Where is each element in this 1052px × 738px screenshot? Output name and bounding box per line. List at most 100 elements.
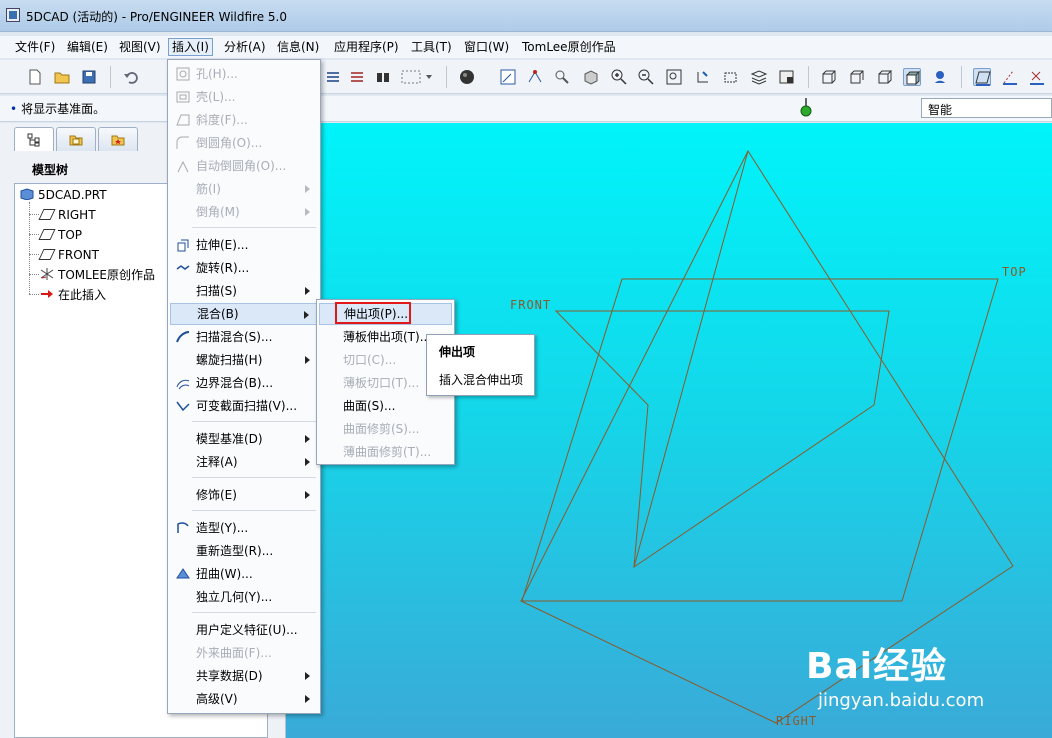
favorites-icon (111, 135, 125, 146)
selection-filter[interactable]: 智能 (921, 98, 1052, 118)
datum-point-icon[interactable] (526, 68, 544, 86)
view-manager-icon[interactable] (778, 68, 796, 86)
shading-sphere-icon[interactable] (458, 68, 476, 86)
appearance-icon[interactable] (931, 68, 949, 86)
datum-plane-front[interactable] (554, 310, 890, 569)
warp-icon (175, 566, 191, 582)
menu-item-foreign-surface[interactable]: 外来曲面(F)... (170, 642, 318, 664)
submenu-arrow-icon (305, 672, 310, 680)
round-icon (175, 135, 191, 151)
save-icon[interactable] (80, 68, 98, 86)
menu-item-independent-geometry[interactable]: 独立几何(Y)... (170, 586, 318, 608)
menu-item-warp[interactable]: 扭曲(W)... (170, 563, 318, 585)
tree-item-csys[interactable]: TOMLEE原创作品 (39, 265, 155, 285)
menu-item-thin-surface-trim[interactable]: 薄曲面修剪(T)... (319, 441, 452, 463)
datum-axis-display-icon[interactable] (1001, 68, 1019, 86)
menu-item-chamfer[interactable]: 倒角(M) (170, 201, 318, 223)
menu-item-swept-blend[interactable]: 扫描混合(S)... (170, 326, 318, 348)
menu-tools[interactable]: 工具(T) (408, 38, 455, 56)
menu-item-blend[interactable]: 混合(B) (170, 303, 318, 325)
menu-item-round[interactable]: 倒圆角(O)... (170, 132, 318, 154)
sketch-icon[interactable] (499, 68, 517, 86)
select-box-icon[interactable] (400, 68, 434, 86)
menu-item-hole[interactable]: 孔(H)... (170, 63, 318, 85)
menu-tomlee[interactable]: TomLee原创作品 (519, 38, 619, 56)
menu-item-advanced[interactable]: 高级(V) (170, 688, 318, 710)
menu-item-model-datum[interactable]: 模型基准(D) (170, 428, 318, 450)
tree-item-part[interactable]: 5DCAD.PRT (19, 185, 107, 205)
zoom-in-icon[interactable] (610, 68, 628, 86)
tab-folder-browser[interactable] (56, 127, 96, 151)
zoom-out-icon[interactable] (637, 68, 655, 86)
tab-model-tree[interactable] (14, 127, 54, 151)
menu-item-draft[interactable]: 斜度(F)... (170, 109, 318, 131)
submenu-arrow-icon (305, 435, 310, 443)
submenu-arrow-icon (305, 491, 310, 499)
saved-views-icon[interactable] (722, 68, 740, 86)
menu-item-surface[interactable]: 曲面(S)... (319, 395, 452, 417)
shading-icon[interactable] (903, 68, 921, 86)
menu-item-revolve[interactable]: 旋转(R)... (170, 257, 318, 279)
window-title: 5DCAD (活动的) - Pro/ENGINEER Wildfire 5.0 (26, 10, 288, 24)
new-file-icon[interactable] (26, 68, 44, 86)
tooltip-title: 伸出项 (439, 345, 476, 359)
menu-item-restyle[interactable]: 重新造型(R)... (170, 540, 318, 562)
menu-item-udf[interactable]: 用户定义特征(U)... (170, 619, 318, 641)
menu-item-helical-sweep[interactable]: 螺旋扫描(H) (170, 349, 318, 371)
submenu-arrow-icon (305, 356, 310, 364)
menu-applications[interactable]: 应用程序(P) (331, 38, 402, 56)
menu-analysis[interactable]: 分析(A) (221, 38, 269, 56)
menu-item-auto-round[interactable]: 自动倒圆角(O)... (170, 155, 318, 177)
tree-item-label: RIGHT (58, 208, 96, 222)
undo-icon[interactable] (122, 68, 140, 86)
status-message: 将显示基准面。 (10, 100, 105, 117)
extrude-icon (175, 237, 191, 253)
hole-icon (175, 66, 191, 82)
menu-item-annotation[interactable]: 注释(A) (170, 451, 318, 473)
tree-item-front[interactable]: FRONT (39, 245, 99, 265)
regenerate-icon[interactable] (324, 68, 342, 86)
tree-item-label: TOP (58, 228, 83, 242)
menu-info[interactable]: 信息(N) (274, 38, 322, 56)
menu-item-var-sect-sweep[interactable]: 可变截面扫描(V)... (170, 395, 318, 417)
menu-item-extrude[interactable]: 拉伸(E)... (170, 234, 318, 256)
menu-item-surface-trim[interactable]: 曲面修剪(S)... (319, 418, 452, 440)
menu-item-rib[interactable]: 筋(I) (170, 178, 318, 200)
submenu-arrow-icon (305, 287, 310, 295)
datum-plane-top[interactable] (521, 278, 999, 602)
datum-label-front: FRONT (510, 298, 552, 312)
menu-item-boundary-blend[interactable]: 边界混合(B)... (170, 372, 318, 394)
swept-blend-icon (175, 329, 191, 345)
tree-item-right[interactable]: RIGHT (39, 205, 96, 225)
menu-item-sweep[interactable]: 扫描(S) (170, 280, 318, 302)
menu-file[interactable]: 文件(F) (12, 38, 58, 56)
submenu-arrow-icon (305, 208, 310, 216)
layers-icon[interactable] (750, 68, 768, 86)
menu-view[interactable]: 视图(V) (116, 38, 164, 56)
hidden-line-icon[interactable] (848, 68, 866, 86)
menu-item-shell[interactable]: 壳(L)... (170, 86, 318, 108)
menu-window[interactable]: 窗口(W) (461, 38, 512, 56)
menu-edit[interactable]: 编辑(E) (64, 38, 111, 56)
tree-item-top[interactable]: TOP (39, 225, 82, 245)
datum-plane-display-icon[interactable] (973, 68, 991, 86)
wireframe-icon[interactable] (820, 68, 838, 86)
menu-item-shared-data[interactable]: 共享数据(D) (170, 665, 318, 687)
no-hidden-icon[interactable] (876, 68, 894, 86)
model-tree-title: 模型树 (32, 163, 69, 177)
tab-favorites[interactable] (98, 127, 138, 151)
find-icon[interactable] (374, 68, 392, 86)
regen-manager-icon[interactable] (348, 68, 366, 86)
open-folder-icon[interactable] (53, 68, 71, 86)
datum-point-display-icon[interactable] (1028, 68, 1046, 86)
view-orient-icon[interactable] (582, 68, 600, 86)
tree-item-insert-here[interactable]: 在此插入 (39, 285, 106, 305)
submenu-arrow-icon (305, 185, 310, 193)
refit-icon[interactable] (665, 68, 683, 86)
menu-bar: 文件(F) 编辑(E) 视图(V) 插入(I) 分析(A) 信息(N) 应用程序… (0, 36, 1052, 58)
menu-item-cosmetic[interactable]: 修饰(E) (170, 484, 318, 506)
datum-axis-icon[interactable] (553, 68, 571, 86)
reorient-icon[interactable] (694, 68, 712, 86)
menu-insert[interactable]: 插入(I) (168, 38, 213, 56)
menu-item-style[interactable]: 造型(Y)... (170, 517, 318, 539)
